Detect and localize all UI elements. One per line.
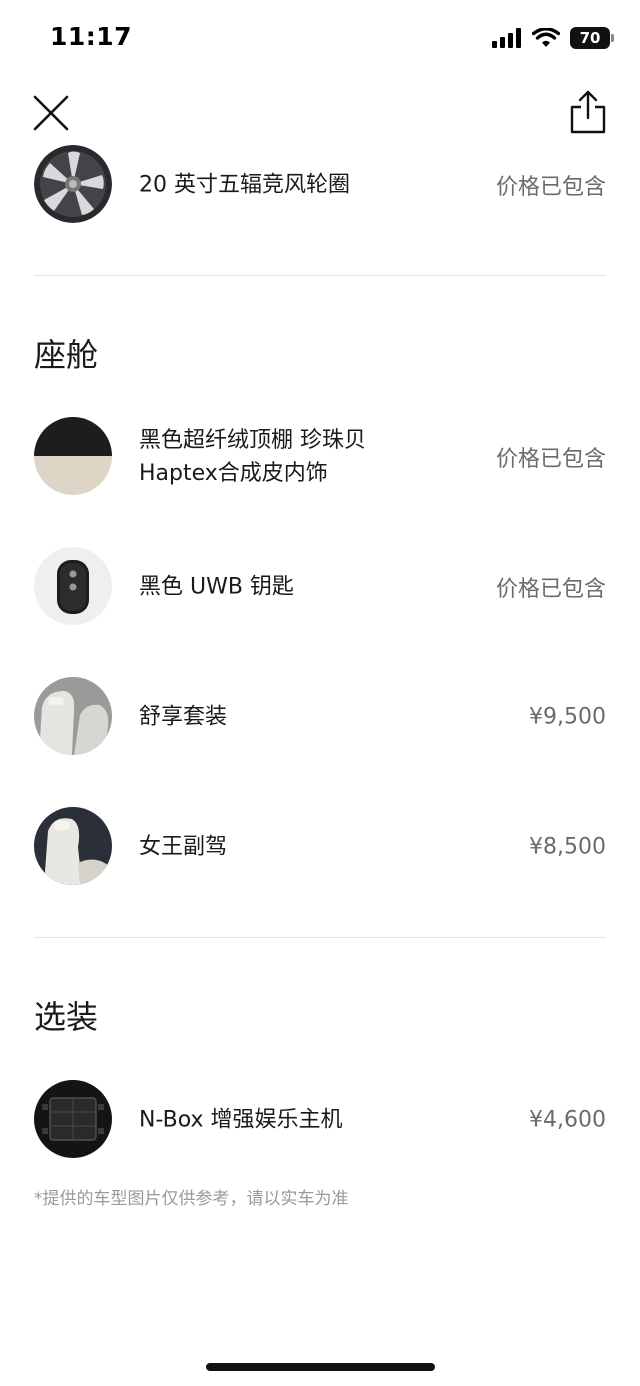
entertainment-unit-icon [34, 1080, 112, 1158]
list-item-queen-seat[interactable]: 女王副驾 ¥8,500 [34, 807, 606, 887]
list-item-wheel[interactable]: 20 英寸五辐竞风轮圈 价格已包含 [34, 145, 606, 225]
close-button[interactable] [32, 94, 70, 132]
section-title-options: 选装 [34, 998, 99, 1036]
item-name: 20 英寸五辐竞风轮圈 [139, 172, 350, 198]
interior-thumbnail [34, 417, 112, 495]
key-thumbnail [34, 547, 112, 625]
item-price: 价格已包含 [495, 577, 606, 602]
seat-package-thumbnail [34, 677, 112, 755]
list-item-key[interactable]: 黑色 UWB 钥匙 价格已包含 [34, 547, 606, 627]
battery-tip-icon [611, 34, 614, 42]
battery-indicator: 70 [570, 27, 614, 49]
item-price: ¥8,500 [529, 834, 606, 860]
share-button[interactable] [568, 90, 608, 134]
item-name: 舒享套装 [139, 704, 228, 730]
interior-swatch-icon [34, 417, 112, 495]
status-icons: 70 [492, 27, 614, 49]
wheel-thumbnail [34, 145, 112, 223]
item-name: 黑色超纤绒顶棚 珍珠贝 Haptex合成皮内饰 [139, 428, 366, 486]
home-indicator[interactable] [206, 1363, 435, 1371]
item-name: N-Box 增强娱乐主机 [139, 1107, 343, 1133]
wheel-rim-icon [34, 145, 112, 223]
list-item-nbox[interactable]: N-Box 增强娱乐主机 ¥4,600 [34, 1080, 606, 1160]
close-icon [33, 95, 69, 131]
queen-seat-icon [34, 807, 112, 885]
item-price: ¥9,500 [529, 704, 606, 730]
item-price: 价格已包含 [495, 175, 606, 200]
item-price: ¥4,600 [529, 1107, 606, 1133]
wifi-icon [532, 28, 560, 47]
list-item-interior[interactable]: 黑色超纤绒顶棚 珍珠贝 Haptex合成皮内饰 价格已包含 [34, 417, 606, 497]
nbox-thumbnail [34, 1080, 112, 1158]
divider [34, 937, 606, 938]
item-name: 黑色 UWB 钥匙 [139, 574, 294, 600]
divider [34, 275, 606, 276]
item-price: 价格已包含 [495, 447, 606, 472]
car-key-icon [57, 560, 89, 614]
share-icon [570, 90, 606, 134]
cellular-signal-icon [492, 28, 521, 48]
item-name: 女王副驾 [139, 834, 228, 860]
disclaimer-text: *提供的车型图片仅供参考，请以实车为准 [34, 1189, 349, 1209]
seat-icon [34, 677, 112, 755]
list-item-comfort-package[interactable]: 舒享套装 ¥9,500 [34, 677, 606, 757]
status-time: 11:17 [50, 22, 133, 51]
battery-level: 70 [570, 27, 610, 49]
queen-seat-thumbnail [34, 807, 112, 885]
section-title-cabin: 座舱 [34, 336, 99, 374]
status-bar: 11:17 70 [0, 0, 640, 80]
